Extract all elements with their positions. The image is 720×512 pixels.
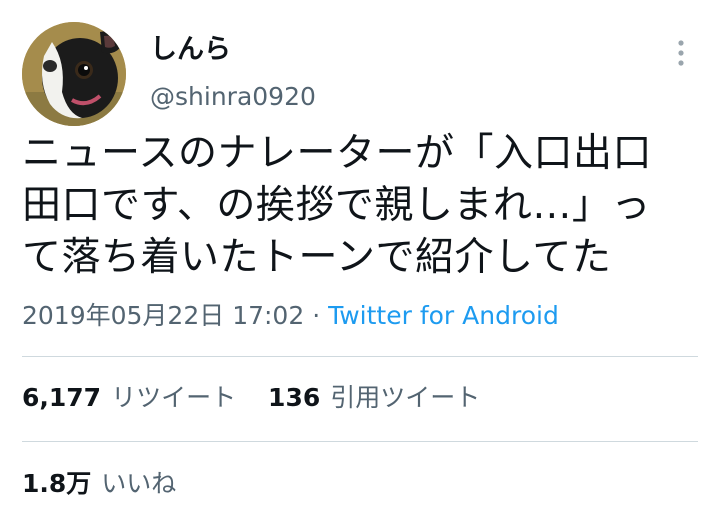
more-options-button[interactable]	[664, 36, 698, 70]
avatar[interactable]	[22, 22, 126, 126]
quotes-count: 136	[268, 383, 321, 412]
likes-stat[interactable]: 1.8万 いいね	[22, 466, 176, 502]
likes-count: 1.8万	[22, 469, 92, 498]
engagement-stats: 6,177 リツイート 136 引用ツイート	[22, 380, 480, 416]
divider	[22, 441, 698, 442]
tweet-text: ニュースのナレーターが「入口出口 田口です、の挨拶で親しまれ…」っ て落ち着いた…	[22, 131, 653, 280]
retweets-count: 6,177	[22, 383, 102, 412]
retweets-stat[interactable]: 6,177 リツイート	[22, 380, 236, 416]
display-name[interactable]: しんら	[150, 33, 231, 67]
source-link[interactable]: Twitter for Android	[328, 301, 559, 330]
quotes-stat[interactable]: 136 引用ツイート	[268, 380, 480, 416]
tweet-meta: 2019年05月22日 17:02 · Twitter for Android	[22, 298, 559, 334]
quotes-label: 引用ツイート	[330, 383, 481, 412]
more-vertical-icon	[678, 40, 684, 66]
retweets-label: リツイート	[111, 383, 237, 412]
tweet: しんら @shinra0920 ニュースのナレーターが「入口出口 田口です、の挨…	[0, 0, 720, 512]
timestamp[interactable]: 2019年05月22日 17:02	[22, 301, 304, 330]
user-handle[interactable]: @shinra0920	[150, 81, 316, 113]
meta-separator: ·	[304, 301, 329, 330]
divider	[22, 356, 698, 357]
likes-label: いいね	[101, 469, 177, 498]
